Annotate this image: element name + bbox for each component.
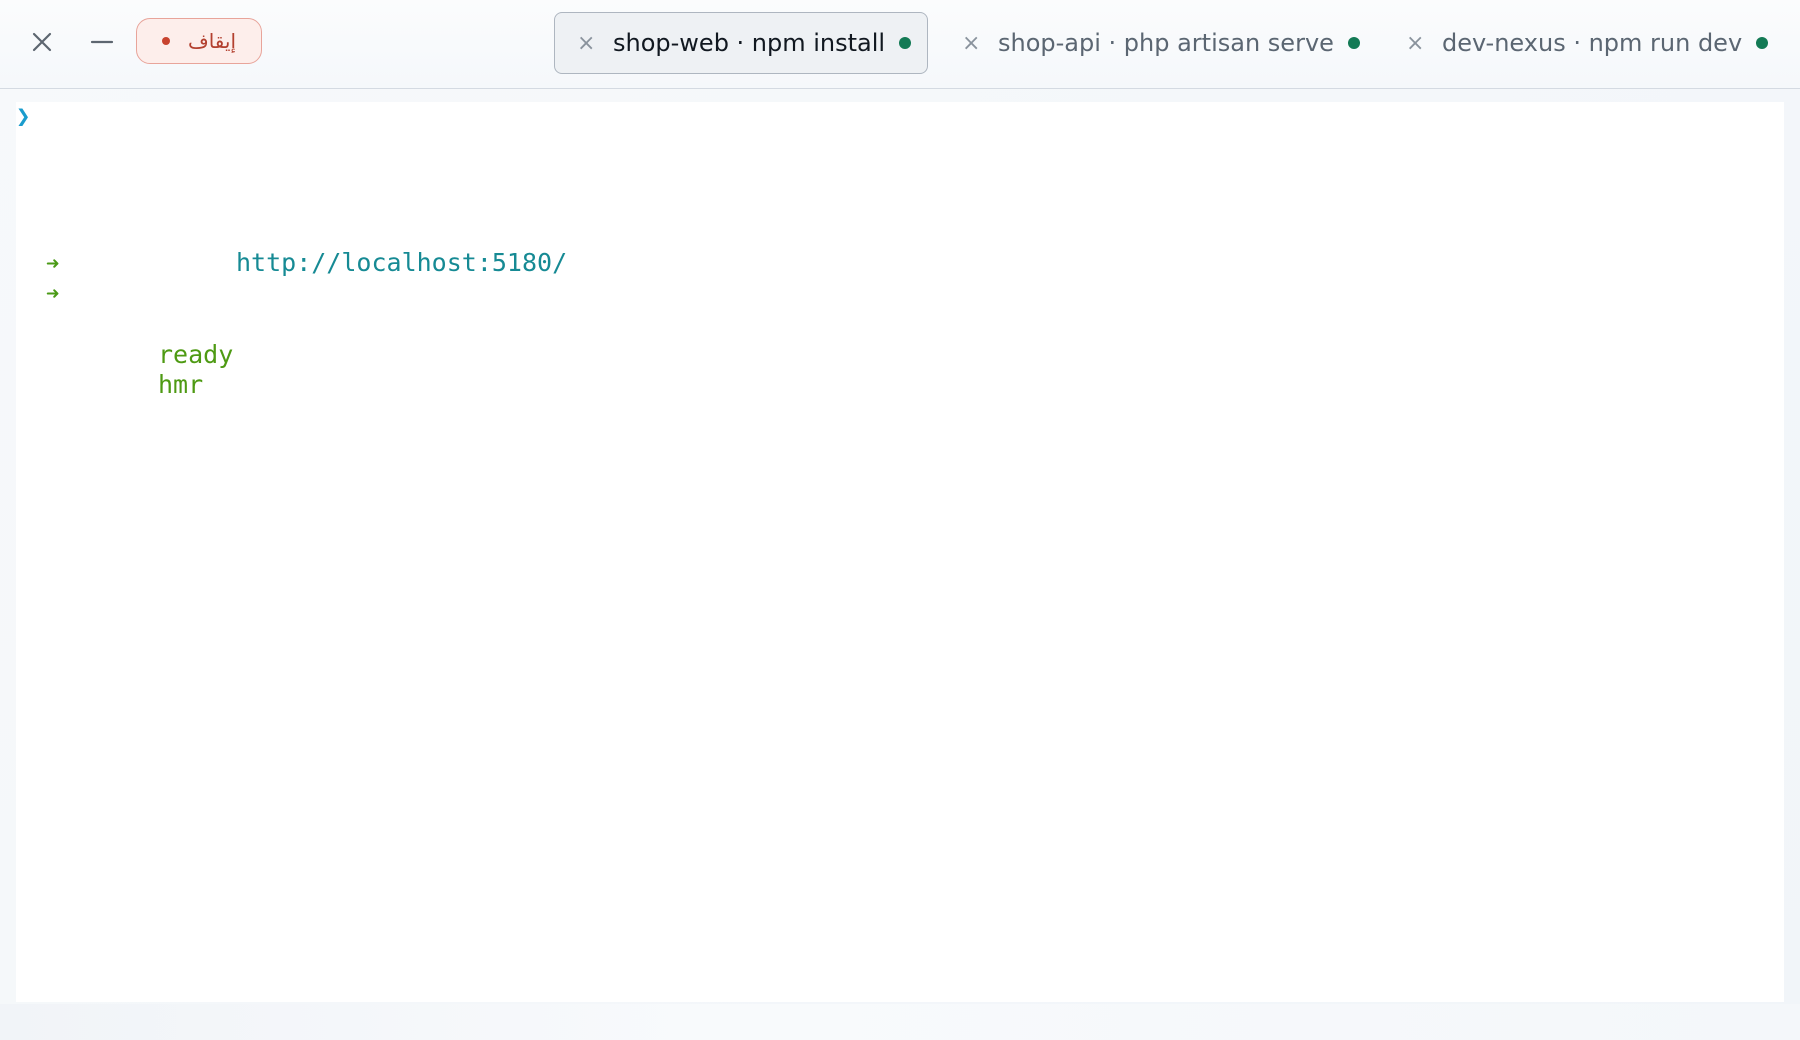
terminal-app-window: إيقاف × shop-web · npm install × shop-ap… xyxy=(0,0,1800,1040)
minimize-window-button[interactable] xyxy=(80,20,124,64)
tab-close-icon[interactable]: × xyxy=(577,31,595,56)
terminal-output[interactable]: ❯ ➜ ➜ http://localhost:5180/ ready hmr xyxy=(16,102,1784,1002)
close-icon xyxy=(32,32,52,52)
status-running-dot xyxy=(1347,37,1360,49)
stop-button[interactable]: إيقاف xyxy=(136,18,262,64)
stop-indicator-dot xyxy=(161,37,170,45)
tab-label: shop-web · npm install xyxy=(613,29,886,57)
tab-bar: إيقاف × shop-web · npm install × shop-ap… xyxy=(0,0,1800,89)
window-bottom-edge xyxy=(0,1004,1800,1040)
ready-status-text: ready xyxy=(158,340,234,369)
tab-close-icon[interactable]: × xyxy=(1406,31,1424,56)
prompt-chevron-icon: ❯ xyxy=(16,102,31,130)
tab-label: dev-nexus · npm run dev xyxy=(1442,29,1743,57)
status-running-dot xyxy=(899,37,912,49)
close-window-button[interactable] xyxy=(20,20,64,64)
minimize-icon xyxy=(90,40,114,44)
arrow-icon: ➜ xyxy=(46,252,60,277)
tab-shop-web[interactable]: × shop-web · npm install xyxy=(554,12,928,74)
tab-shop-api[interactable]: × shop-api · php artisan serve xyxy=(940,12,1380,74)
status-running-dot xyxy=(1756,37,1769,49)
tab-close-icon[interactable]: × xyxy=(962,31,980,56)
tab-dev-nexus[interactable]: × dev-nexus · npm run dev xyxy=(1384,12,1800,74)
stop-button-label: إيقاف xyxy=(187,29,237,53)
local-url-link[interactable]: http://localhost:5180/ xyxy=(236,248,567,277)
arrow-icon: ➜ xyxy=(46,282,60,307)
hmr-status-text: hmr xyxy=(158,370,204,399)
tab-label: shop-api · php artisan serve xyxy=(998,29,1334,57)
